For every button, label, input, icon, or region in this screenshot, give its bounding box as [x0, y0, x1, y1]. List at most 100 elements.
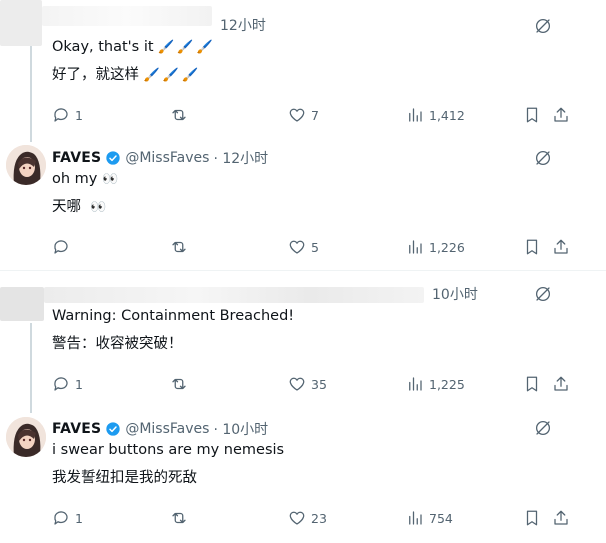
tweet-text-line2: 好了，就这样 🖌️🖌️🖌️: [52, 67, 202, 83]
like-button[interactable]: 23: [288, 509, 327, 527]
views-icon: [409, 511, 422, 525]
blurred-author-name: [44, 287, 424, 303]
tweet-text-line1: oh my 👀: [52, 171, 122, 187]
eyes-emoji: 👀: [102, 172, 122, 187]
paintbrush-emoji: 🖌️🖌️🖌️: [143, 68, 202, 83]
reply-button[interactable]: 1: [52, 106, 83, 124]
grok-icon[interactable]: [534, 419, 552, 437]
tweet-4[interactable]: FAVES @MissFaves · 10小时 i swear buttons …: [0, 405, 606, 543]
reply-button[interactable]: 1: [52, 509, 83, 527]
reply-count: 1: [75, 376, 83, 392]
bookmark-icon: [526, 376, 538, 392]
like-button[interactable]: 5: [288, 238, 319, 256]
like-count: 35: [311, 376, 327, 392]
reply-icon: [54, 108, 68, 122]
tweet-header: FAVES @MissFaves · 10小时: [52, 419, 268, 439]
tweet-text-line2: 天哪 👀: [52, 199, 110, 215]
like-count: 7: [311, 107, 319, 123]
grok-icon[interactable]: [534, 17, 552, 35]
action-bar: 1 7 1,412: [52, 106, 582, 126]
tweet-text-line2: 警告：收容被突破！: [52, 336, 183, 352]
tweet-text-line1: Warning: Containment Breached!: [52, 308, 295, 324]
bookmark-icon: [526, 107, 538, 123]
share-icon: [554, 107, 568, 122]
tweet-timestamp[interactable]: · 10小时: [213, 419, 268, 439]
views-icon: [409, 240, 422, 254]
retweet-icon: [172, 109, 186, 121]
share-button[interactable]: [552, 106, 570, 124]
heart-icon: [289, 377, 305, 391]
views-button[interactable]: 1,412: [406, 106, 465, 124]
view-count: 1,225: [429, 376, 465, 392]
tweet-text-line2: 我发誓纽扣是我的死敌: [52, 470, 197, 486]
tweet-timestamp[interactable]: 12小时: [220, 15, 266, 35]
action-bar: 5 1,226: [52, 238, 582, 258]
like-button[interactable]: 7: [288, 106, 319, 124]
bookmark-icon: [526, 239, 538, 255]
verified-badge-icon: [106, 422, 120, 436]
eyes-emoji: 👀: [90, 200, 110, 215]
heart-icon: [289, 511, 305, 525]
thread-line: [30, 46, 32, 142]
tweet-timestamp[interactable]: · 12小时: [213, 148, 268, 168]
views-button[interactable]: 1,225: [406, 375, 465, 393]
reply-button[interactable]: [52, 238, 75, 256]
action-bar: 1 35 1,225: [52, 375, 582, 395]
tweet-header: FAVES @MissFaves · 12小时: [52, 148, 268, 168]
share-icon: [554, 239, 568, 254]
heart-icon: [289, 240, 305, 254]
view-count: 754: [429, 510, 453, 526]
share-icon: [554, 376, 568, 391]
share-button[interactable]: [552, 509, 570, 527]
retweet-icon: [172, 241, 186, 253]
grok-icon[interactable]: [534, 149, 552, 167]
like-button[interactable]: 35: [288, 375, 327, 393]
like-count: 23: [311, 510, 327, 526]
retweet-button[interactable]: [170, 375, 193, 393]
tweet-1[interactable]: 12小时 Okay, that's it 🖌️🖌️🖌️ 好了，就这样 🖌️🖌️🖌…: [0, 0, 606, 142]
author-handle[interactable]: @MissFaves: [125, 421, 209, 437]
share-button[interactable]: [552, 375, 570, 393]
blurred-avatar: [0, 0, 42, 46]
tweet-text-line1: i swear buttons are my nemesis: [52, 442, 285, 458]
tweet-3[interactable]: 10小时 Warning: Containment Breached! 警告：收…: [0, 271, 606, 413]
share-icon: [554, 510, 568, 525]
tweet-2[interactable]: FAVES @MissFaves · 12小时 oh my 👀 天哪 👀 5 1…: [0, 135, 606, 270]
like-count: 5: [311, 239, 319, 255]
reply-icon: [54, 511, 68, 525]
avatar[interactable]: [6, 145, 46, 185]
bookmark-button[interactable]: [523, 238, 541, 256]
thread-line: [30, 323, 32, 413]
blurred-author-name: [42, 6, 212, 26]
retweet-button[interactable]: [170, 509, 193, 527]
paintbrush-emoji: 🖌️🖌️🖌️: [158, 40, 216, 55]
heart-icon: [289, 108, 305, 122]
bookmark-button[interactable]: [523, 509, 541, 527]
grok-icon[interactable]: [534, 285, 552, 303]
retweet-button[interactable]: [170, 238, 193, 256]
views-icon: [409, 377, 422, 391]
views-icon: [409, 108, 422, 122]
reply-icon: [54, 240, 68, 254]
retweet-button[interactable]: [170, 106, 193, 124]
author-handle[interactable]: @MissFaves: [125, 150, 209, 166]
reply-count: 1: [75, 510, 83, 526]
views-button[interactable]: 754: [406, 509, 453, 527]
view-count: 1,226: [429, 239, 465, 255]
reply-button[interactable]: 1: [52, 375, 83, 393]
action-bar: 1 23 754: [52, 509, 582, 529]
author-name[interactable]: FAVES: [52, 421, 101, 437]
author-name[interactable]: FAVES: [52, 150, 101, 166]
reply-count: 1: [75, 107, 83, 123]
views-button[interactable]: 1,226: [406, 238, 465, 256]
view-count: 1,412: [429, 107, 465, 123]
blurred-avatar: [0, 287, 44, 321]
retweet-icon: [172, 512, 186, 524]
verified-badge-icon: [106, 151, 120, 165]
avatar[interactable]: [6, 417, 46, 457]
bookmark-button[interactable]: [523, 375, 541, 393]
share-button[interactable]: [552, 238, 570, 256]
tweet-timestamp[interactable]: 10小时: [432, 284, 478, 304]
bookmark-button[interactable]: [523, 106, 541, 124]
tweet-text-line1: Okay, that's it 🖌️🖌️🖌️: [52, 39, 216, 55]
